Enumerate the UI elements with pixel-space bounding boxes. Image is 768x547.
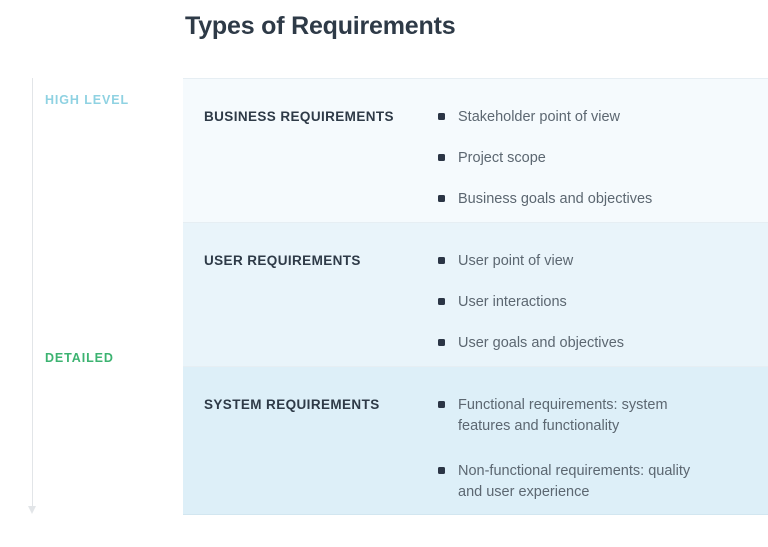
bullet-icon bbox=[438, 257, 445, 264]
list-item: Non-functional requirements: quality and… bbox=[438, 461, 728, 503]
axis-line bbox=[32, 78, 33, 508]
requirements-panel: BUSINESS REQUIREMENTS Stakeholder point … bbox=[183, 78, 768, 515]
arrow-down-icon bbox=[28, 506, 36, 514]
requirement-row-business: BUSINESS REQUIREMENTS Stakeholder point … bbox=[183, 78, 768, 222]
list-item: User point of view bbox=[438, 251, 728, 272]
bullet-icon bbox=[438, 298, 445, 305]
requirement-row-system: SYSTEM REQUIREMENTS Functional requireme… bbox=[183, 366, 768, 515]
list-item-label: User goals and objectives bbox=[458, 335, 625, 351]
page-title: Types of Requirements bbox=[185, 12, 456, 40]
requirement-title: USER REQUIREMENTS bbox=[204, 253, 361, 268]
list-item-label: Functional requirements: system features… bbox=[458, 397, 668, 434]
list-item-label: Project scope bbox=[458, 150, 546, 166]
list-item-label: Business goals and objectives bbox=[458, 191, 653, 207]
requirement-title: BUSINESS REQUIREMENTS bbox=[204, 109, 394, 124]
requirement-title: SYSTEM REQUIREMENTS bbox=[204, 397, 380, 412]
bullet-icon bbox=[438, 467, 445, 474]
bullet-icon bbox=[438, 339, 445, 346]
list-item-label: User point of view bbox=[458, 253, 574, 269]
axis-label-detailed: DETAILED bbox=[45, 351, 114, 365]
requirement-bullet-list: Functional requirements: system features… bbox=[438, 389, 768, 500]
list-item: Stakeholder point of view bbox=[438, 107, 728, 128]
requirement-row-user: USER REQUIREMENTS User point of view Use… bbox=[183, 222, 768, 366]
list-item: Business goals and objectives bbox=[438, 189, 728, 210]
requirement-bullet-list: Stakeholder point of view Project scope … bbox=[438, 101, 768, 207]
requirement-bullet-list: User point of view User interactions Use… bbox=[438, 245, 768, 351]
list-item-label: User interactions bbox=[458, 294, 567, 310]
list-item-label: Non-functional requirements: quality and… bbox=[458, 463, 691, 500]
list-item: User goals and objectives bbox=[438, 333, 728, 354]
axis-label-high-level: HIGH LEVEL bbox=[45, 93, 130, 107]
bullet-icon bbox=[438, 113, 445, 120]
bullet-icon bbox=[438, 154, 445, 161]
list-item-label: Stakeholder point of view bbox=[458, 109, 621, 125]
bullet-icon bbox=[438, 195, 445, 202]
list-item: Functional requirements: system features… bbox=[438, 395, 728, 437]
level-axis: HIGH LEVEL DETAILED bbox=[0, 78, 183, 518]
list-item: User interactions bbox=[438, 292, 728, 313]
bullet-icon bbox=[438, 401, 445, 408]
list-item: Project scope bbox=[438, 148, 728, 169]
